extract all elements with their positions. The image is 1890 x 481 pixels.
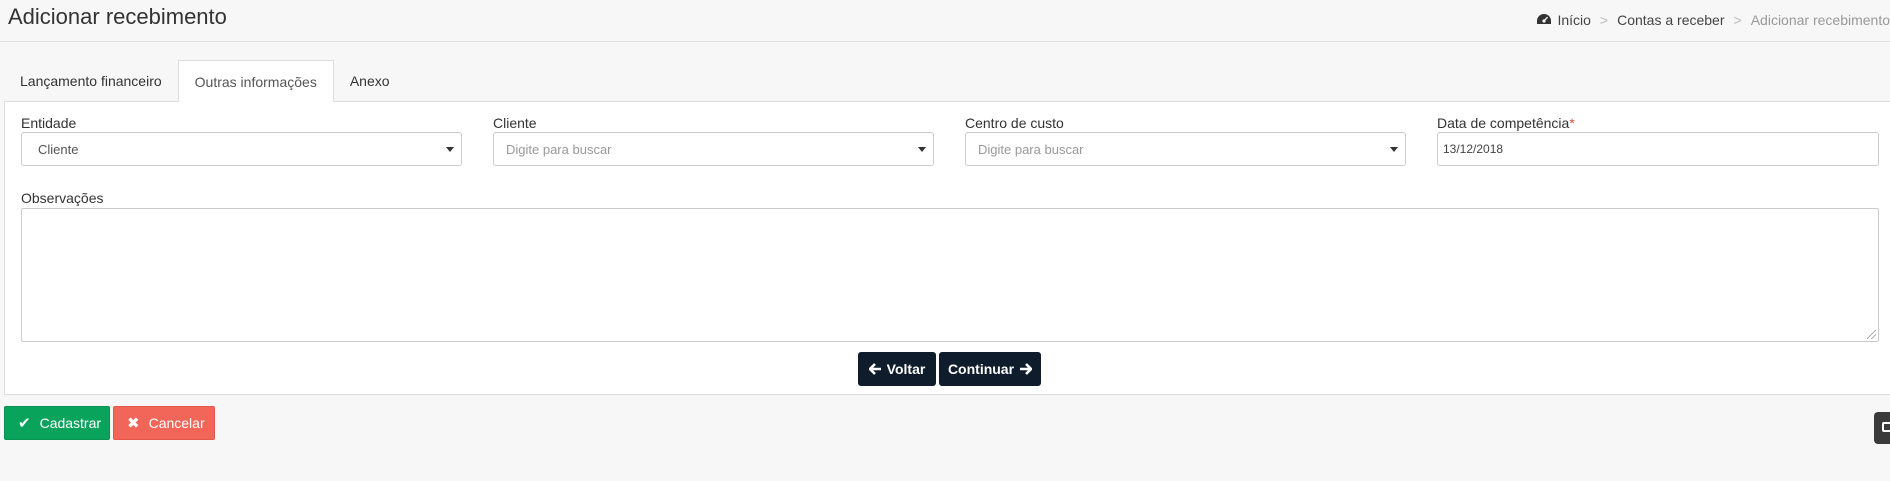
observacoes-textarea[interactable] [21,208,1879,342]
cancelar-label: Cancelar [148,415,205,431]
breadcrumb-current: Adicionar recebimento [1750,12,1890,28]
cliente-select[interactable]: Digite para buscar [493,132,934,166]
tab-lancamento-financeiro[interactable]: Lançamento financeiro [4,60,178,102]
chevron-down-icon [446,147,454,152]
cliente-placeholder: Digite para buscar [506,142,612,157]
voltar-button[interactable]: Voltar [858,352,936,386]
tab-outras-informacoes[interactable]: Outras informações [177,60,334,102]
voltar-label: Voltar [886,361,926,377]
check-icon: ✔ [18,415,31,432]
tab-panel-outras-informacoes: Entidade Cliente Cliente Digite para bus… [4,101,1890,395]
cliente-label: Cliente [493,115,537,131]
cadastrar-button[interactable]: ✔ Cadastrar [4,406,110,440]
centro-de-custo-placeholder: Digite para buscar [978,142,1084,157]
breadcrumb-separator: > [1733,12,1742,28]
data-de-competencia-label: Data de competência* [1437,115,1575,131]
resize-handle-icon[interactable] [1867,330,1876,339]
entidade-label: Entidade [21,115,77,131]
arrow-left-icon [868,363,881,375]
page-title: Adicionar recebimento [8,4,227,29]
dashboard-icon [1537,14,1552,24]
observacoes-label: Observações [21,190,104,206]
breadcrumb-separator: > [1599,12,1609,28]
floating-window-button[interactable] [1874,412,1890,444]
arrow-right-icon [1020,363,1033,375]
breadcrumb-contas-a-receber[interactable]: Contas a receber [1617,12,1724,28]
tab-bar: Lançamento financeiro Outras informações… [4,60,406,102]
breadcrumb-home[interactable]: Início [1557,12,1590,28]
entidade-selected-value: Cliente [38,142,79,157]
entidade-select[interactable]: Cliente [21,132,462,166]
window-icon [1882,422,1890,432]
continuar-label: Continuar [947,361,1015,377]
data-de-competencia-value: 13/12/2018 [1443,142,1504,156]
page-header: Adicionar recebimento Início > Contas a … [0,0,1890,42]
times-icon: ✖ [127,415,140,432]
cancelar-button[interactable]: ✖ Cancelar [113,406,215,440]
breadcrumb: Início > Contas a receber > Adicionar re… [1536,12,1890,28]
cadastrar-label: Cadastrar [39,415,102,431]
centro-de-custo-select[interactable]: Digite para buscar [965,132,1406,166]
data-de-competencia-label-text: Data de competência [1437,115,1570,131]
required-marker: * [1569,115,1575,131]
chevron-down-icon [918,147,926,152]
tab-anexo[interactable]: Anexo [334,60,406,102]
centro-de-custo-label: Centro de custo [965,115,1064,131]
chevron-down-icon [1390,147,1398,152]
continuar-button[interactable]: Continuar [939,352,1041,386]
data-de-competencia-input[interactable]: 13/12/2018 [1437,132,1879,166]
